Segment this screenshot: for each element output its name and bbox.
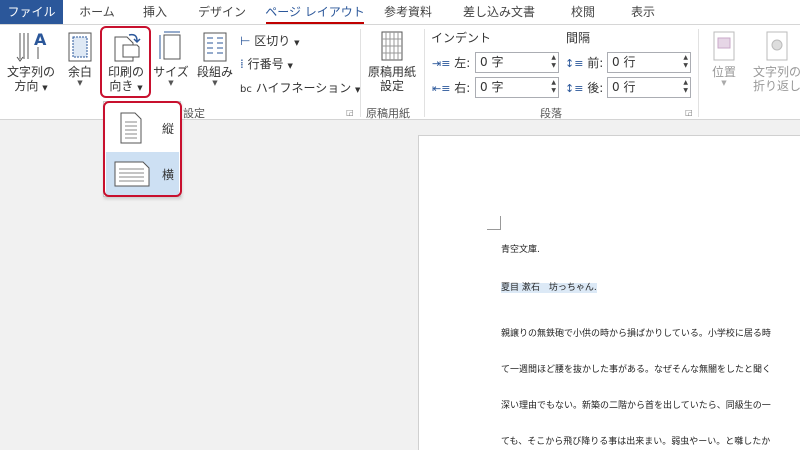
manuscript-icon: [381, 31, 403, 61]
group-separator: [360, 29, 361, 117]
group-separator: [698, 29, 699, 117]
doc-line-highlighted: 夏目 漱石 坊っちゃん.: [501, 283, 597, 293]
size-label: サイズ: [153, 65, 189, 79]
orientation-highlight: [100, 26, 151, 98]
hyphenation-label: ハイフネーション: [255, 81, 352, 95]
margins-label: 余白: [67, 65, 92, 79]
spacing-before-value: 0 行: [612, 55, 636, 69]
indent-right-label: ⇤≡ 右:: [432, 80, 470, 97]
line-numbers-button[interactable]: ⁞ 行番号 ▼: [240, 56, 293, 74]
doc-line: 青空文庫.: [501, 245, 540, 255]
line-numbers-icon: ⁞: [240, 57, 244, 71]
chevron-down-icon: ▼: [77, 79, 83, 87]
manuscript-group-label: 原稿用紙: [366, 107, 410, 120]
paragraph-group-label: 段落: [540, 107, 562, 120]
chevron-down-icon: ▼: [168, 79, 174, 87]
doc-line: 夏目 漱石 坊っちゃん.: [501, 280, 597, 293]
doc-line: ても、そこから飛び降りる事は出来まい。弱虫やーい。と囃したか: [501, 437, 771, 447]
indent-right-icon: ⇤≡: [432, 82, 451, 95]
tab-references[interactable]: 参考資料: [376, 0, 440, 24]
chevron-down-icon: ▼: [212, 79, 218, 87]
doc-line: 親譲りの無鉄砲で小供の時から損ばかりしている。小学校に居る時: [501, 329, 771, 339]
columns-button[interactable]: 段組み ▼: [194, 29, 236, 87]
page-setup-group-label: 設定: [183, 107, 205, 120]
svg-text:A: A: [34, 30, 47, 49]
chevron-down-icon: ▼: [287, 62, 293, 70]
spacing-before-icon: ↕≡: [565, 57, 584, 70]
breaks-label: 区切り: [254, 34, 291, 48]
tab-design[interactable]: デザイン: [186, 0, 258, 24]
wrap-text-icon: [766, 31, 788, 61]
position-icon: [713, 31, 735, 61]
tab-mailings[interactable]: 差し込み文書: [452, 0, 546, 24]
indent-title: インデント: [431, 31, 492, 45]
wrap-text-label-2: 折り返し: [752, 79, 800, 93]
indent-left-value: 0 字: [480, 55, 504, 69]
wrap-text-label-1: 文字列の: [752, 65, 800, 79]
size-icon: [159, 31, 181, 60]
text-direction-button[interactable]: A 文字列の 方向 ▼: [4, 29, 58, 95]
spacing-before-label: ↕≡ 前:: [565, 55, 603, 72]
spin-arrows-icon[interactable]: ▲ ▼: [551, 54, 556, 70]
group-separator: [424, 29, 425, 117]
hyphenation-icon: bc: [240, 84, 252, 95]
tab-file[interactable]: ファイル: [0, 0, 63, 24]
position-label: 位置: [711, 65, 736, 79]
ribbon-tabs: ファイル ホーム 挿入 デザイン ページ レイアウト 参考資料 差し込み文書 校…: [0, 0, 800, 25]
dropdown-highlight: [103, 101, 182, 197]
position-button[interactable]: 位置 ▼: [704, 29, 744, 87]
doc-line: て一週間ほど腰を抜かした事がある。なぜそんな無闇をしたと聞く: [501, 365, 772, 375]
spacing-after-icon: ↕≡: [565, 82, 584, 95]
tab-home[interactable]: ホーム: [68, 0, 126, 24]
spacing-after-text: 後:: [587, 81, 604, 95]
chevron-down-icon: ▼: [294, 39, 300, 47]
size-button[interactable]: サイズ ▼: [152, 29, 190, 87]
indent-left-input[interactable]: 0 字 ▲ ▼: [475, 52, 559, 73]
document-page[interactable]: 青空文庫. 夏目 漱石 坊っちゃん. 親譲りの無鉄砲で小供の時から損ばかりしてい…: [418, 135, 800, 450]
spacing-before-text: 前:: [587, 56, 604, 70]
breaks-icon: ⊢: [240, 34, 251, 48]
indent-left-icon: ⇥≡: [432, 57, 451, 70]
indent-right-value: 0 字: [480, 80, 504, 94]
indent-right-input[interactable]: 0 字 ▲ ▼: [475, 77, 559, 98]
manuscript-label-1: 原稿用紙: [367, 65, 416, 79]
paragraph-launcher-icon[interactable]: ◲: [685, 108, 693, 117]
spin-arrows-icon[interactable]: ▲ ▼: [551, 79, 556, 95]
chevron-down-icon: ▼: [721, 79, 727, 87]
page-setup-launcher-icon[interactable]: ◲: [346, 108, 354, 117]
tab-review[interactable]: 校閲: [558, 0, 608, 24]
text-direction-icon: A: [16, 30, 47, 62]
margin-corner-mark: [487, 216, 501, 230]
text-direction-label-2: 方向: [14, 79, 39, 93]
wrap-text-button[interactable]: 文字列の 折り返し: [746, 29, 800, 93]
indent-left-label: ⇥≡ 左:: [432, 55, 470, 72]
spacing-after-value: 0 行: [612, 80, 636, 94]
hyphenation-button[interactable]: bc ハイフネーション ▼: [240, 80, 360, 98]
spacing-after-input[interactable]: 0 行 ▲ ▼: [607, 77, 691, 98]
indent-left-text: 左:: [454, 56, 471, 70]
spacing-before-input[interactable]: 0 行 ▲ ▼: [607, 52, 691, 73]
columns-icon: [203, 32, 227, 62]
margins-icon: [68, 32, 92, 62]
tab-view[interactable]: 表示: [618, 0, 668, 24]
margins-button[interactable]: 余白 ▼: [60, 29, 100, 87]
text-direction-label-1: 文字列の: [6, 65, 55, 79]
indent-right-text: 右:: [454, 81, 471, 95]
manuscript-label-2: 設定: [379, 79, 404, 93]
spin-arrows-icon[interactable]: ▲ ▼: [683, 79, 688, 95]
breaks-button[interactable]: ⊢ 区切り ▼: [240, 33, 300, 51]
spacing-title: 間隔: [566, 31, 591, 45]
line-numbers-label: 行番号: [247, 57, 284, 71]
doc-line: 深い理由でもない。新築の二階から首を出していたら、同級生の一: [501, 401, 771, 411]
tab-insert[interactable]: 挿入: [130, 0, 180, 24]
manuscript-settings-button[interactable]: 原稿用紙 設定: [364, 29, 420, 93]
tab-page-layout[interactable]: ページ レイアウト: [262, 0, 368, 24]
chevron-down-icon: ▼: [42, 84, 48, 92]
spin-arrows-icon[interactable]: ▲ ▼: [683, 54, 688, 70]
columns-label: 段組み: [196, 65, 233, 79]
spacing-after-label: ↕≡ 後:: [565, 80, 603, 97]
